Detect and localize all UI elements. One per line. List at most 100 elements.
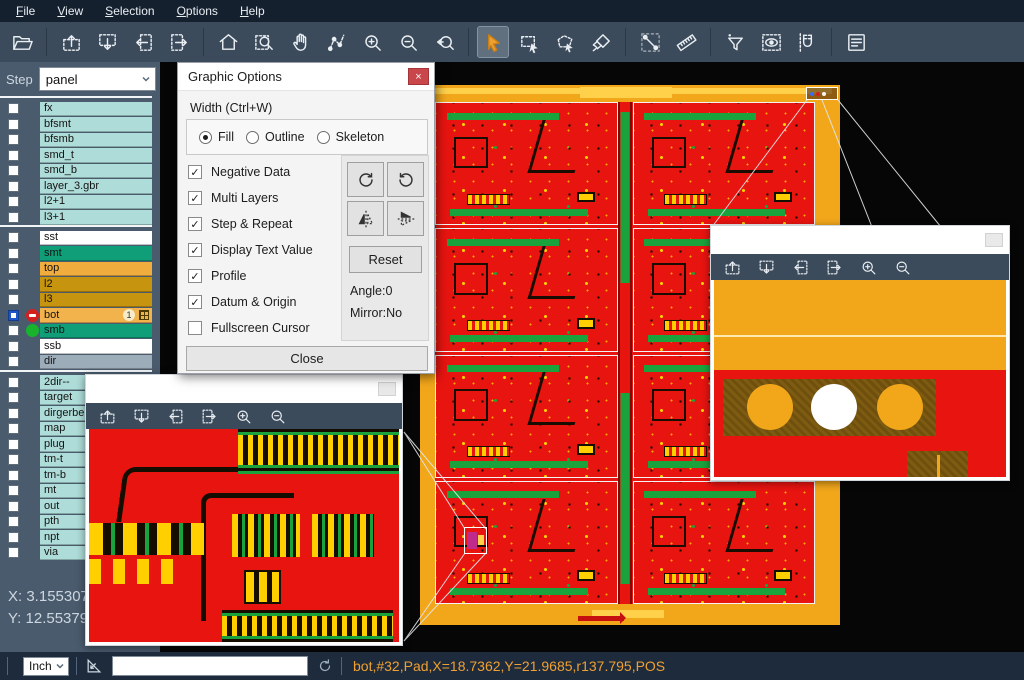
- layer-row-layer_3.gbr[interactable]: layer_3.gbr: [0, 179, 152, 195]
- filter-icon[interactable]: [720, 27, 750, 57]
- select-poly-icon[interactable]: [550, 27, 580, 57]
- layer-row-smt[interactable]: smt: [0, 246, 152, 262]
- view-eye-icon[interactable]: [756, 27, 786, 57]
- close-icon[interactable]: ×: [408, 68, 429, 85]
- pan-right-icon[interactable]: [164, 27, 194, 57]
- layer-checkbox[interactable]: [0, 196, 26, 207]
- pcb-board-cell[interactable]: [435, 102, 618, 225]
- checkbox-step-repeat[interactable]: ✓Step & Repeat: [188, 211, 338, 237]
- pan-right-icon[interactable]: [197, 405, 221, 427]
- zoom-in-icon[interactable]: [231, 405, 255, 427]
- pan-up-icon[interactable]: [95, 405, 119, 427]
- pan-left-icon[interactable]: [128, 27, 158, 57]
- layer-checkbox[interactable]: [0, 392, 26, 403]
- menu-file[interactable]: File: [6, 2, 45, 20]
- refresh-icon[interactable]: [316, 657, 334, 675]
- layer-name[interactable]: layer_3.gbr: [40, 179, 152, 194]
- close-button[interactable]: Close: [186, 346, 428, 371]
- zoom-area-icon[interactable]: [249, 27, 279, 57]
- layer-list-icon[interactable]: [841, 27, 871, 57]
- pan-down-icon[interactable]: [129, 405, 153, 427]
- zoom-in-icon[interactable]: [856, 256, 880, 278]
- layer-checkbox[interactable]: [0, 294, 26, 305]
- pan-up-icon[interactable]: [56, 27, 86, 57]
- magnified-pcb-view[interactable]: [89, 429, 399, 642]
- pcb-board-cell[interactable]: [435, 228, 618, 351]
- layer-name[interactable]: l3+1: [40, 210, 152, 225]
- pan-left-icon[interactable]: [163, 405, 187, 427]
- flip-horizontal-button[interactable]: [347, 201, 384, 236]
- layer-checkbox[interactable]: [0, 408, 26, 419]
- snap-magnet-icon[interactable]: [792, 27, 822, 57]
- magnifier-title-bar[interactable]: [711, 226, 1009, 254]
- layer-checkbox[interactable]: [0, 423, 26, 434]
- layer-name[interactable]: sst: [40, 231, 152, 246]
- layer-row-l3+1[interactable]: l3+1: [0, 210, 152, 226]
- ruler-icon[interactable]: [671, 27, 701, 57]
- select-cursor-icon[interactable]: [478, 27, 508, 57]
- layer-checkbox[interactable]: [0, 516, 26, 527]
- layer-row-l2[interactable]: l2: [0, 277, 152, 293]
- layer-name[interactable]: l3: [40, 293, 152, 308]
- layer-checkbox[interactable]: [0, 134, 26, 145]
- layer-row-bfsmb[interactable]: bfsmb: [0, 132, 152, 148]
- layer-row-l2+1[interactable]: l2+1: [0, 194, 152, 210]
- checkbox-fullscreen-cursor[interactable]: Fullscreen Cursor: [188, 315, 338, 341]
- magnifier-source-region-2[interactable]: [806, 87, 838, 100]
- layer-row-dir[interactable]: dir: [0, 354, 152, 370]
- pcb-board-cell[interactable]: [633, 102, 816, 225]
- zoom-out-icon[interactable]: [890, 256, 914, 278]
- layer-name[interactable]: smd_t: [40, 148, 152, 163]
- layer-checkbox[interactable]: [0, 325, 26, 336]
- layer-checkbox[interactable]: [0, 150, 26, 161]
- pcb-board-cell[interactable]: [633, 481, 816, 604]
- menu-selection[interactable]: Selection: [95, 2, 164, 20]
- layer-name[interactable]: top: [40, 262, 152, 277]
- layer-checkbox[interactable]: [0, 485, 26, 496]
- home-view-icon[interactable]: [213, 27, 243, 57]
- layer-name[interactable]: l2: [40, 277, 152, 292]
- layer-checkbox[interactable]: [0, 310, 26, 321]
- layer-row-sst[interactable]: sst: [0, 230, 152, 246]
- zoom-prev-icon[interactable]: [429, 27, 459, 57]
- layer-row-smd_t[interactable]: smd_t: [0, 148, 152, 164]
- pan-hand-icon[interactable]: [285, 27, 315, 57]
- magnified-pcb-view[interactable]: [714, 280, 1006, 477]
- layer-checkbox[interactable]: [0, 439, 26, 450]
- layer-name[interactable]: ssb: [40, 339, 152, 354]
- checkbox-display-text-value[interactable]: ✓Display Text Value: [188, 237, 338, 263]
- step-select[interactable]: panel: [39, 67, 156, 91]
- layer-row-bfsmt[interactable]: bfsmt: [0, 117, 152, 133]
- dialog-title-bar[interactable]: Graphic Options ×: [178, 63, 434, 91]
- reset-button[interactable]: Reset: [349, 246, 422, 273]
- layer-name[interactable]: smd_b: [40, 164, 152, 179]
- select-rect-icon[interactable]: [514, 27, 544, 57]
- layer-row-bot[interactable]: bot1: [0, 308, 152, 324]
- magnifier-title-bar[interactable]: [86, 375, 402, 403]
- layer-checkbox[interactable]: [0, 279, 26, 290]
- layer-checkbox[interactable]: [0, 341, 26, 352]
- layer-name[interactable]: fx: [40, 102, 152, 117]
- layer-checkbox[interactable]: [0, 103, 26, 114]
- layer-checkbox[interactable]: [0, 248, 26, 259]
- layer-checkbox[interactable]: [0, 532, 26, 543]
- layer-name[interactable]: smt: [40, 246, 152, 261]
- measure-node-icon[interactable]: [321, 27, 351, 57]
- layer-name[interactable]: dir: [40, 355, 152, 370]
- layer-name[interactable]: l2+1: [40, 195, 152, 210]
- menu-view[interactable]: View: [47, 2, 93, 20]
- measure-line-icon[interactable]: [635, 27, 665, 57]
- pcb-board-cell[interactable]: [435, 481, 618, 604]
- layer-checkbox[interactable]: [0, 547, 26, 558]
- grid-icon[interactable]: [139, 310, 149, 320]
- layer-row-top[interactable]: top: [0, 261, 152, 277]
- menu-options[interactable]: Options: [167, 2, 228, 20]
- layer-name[interactable]: bot1: [40, 308, 152, 323]
- checkbox-negative-data[interactable]: ✓Negative Data: [188, 159, 338, 185]
- pan-up-icon[interactable]: [720, 256, 744, 278]
- layer-checkbox[interactable]: [0, 212, 26, 223]
- angle-measure-icon[interactable]: [84, 656, 104, 676]
- layer-name[interactable]: bfsmb: [40, 133, 152, 148]
- pan-down-icon[interactable]: [754, 256, 778, 278]
- radio-fill[interactable]: Fill: [199, 130, 234, 144]
